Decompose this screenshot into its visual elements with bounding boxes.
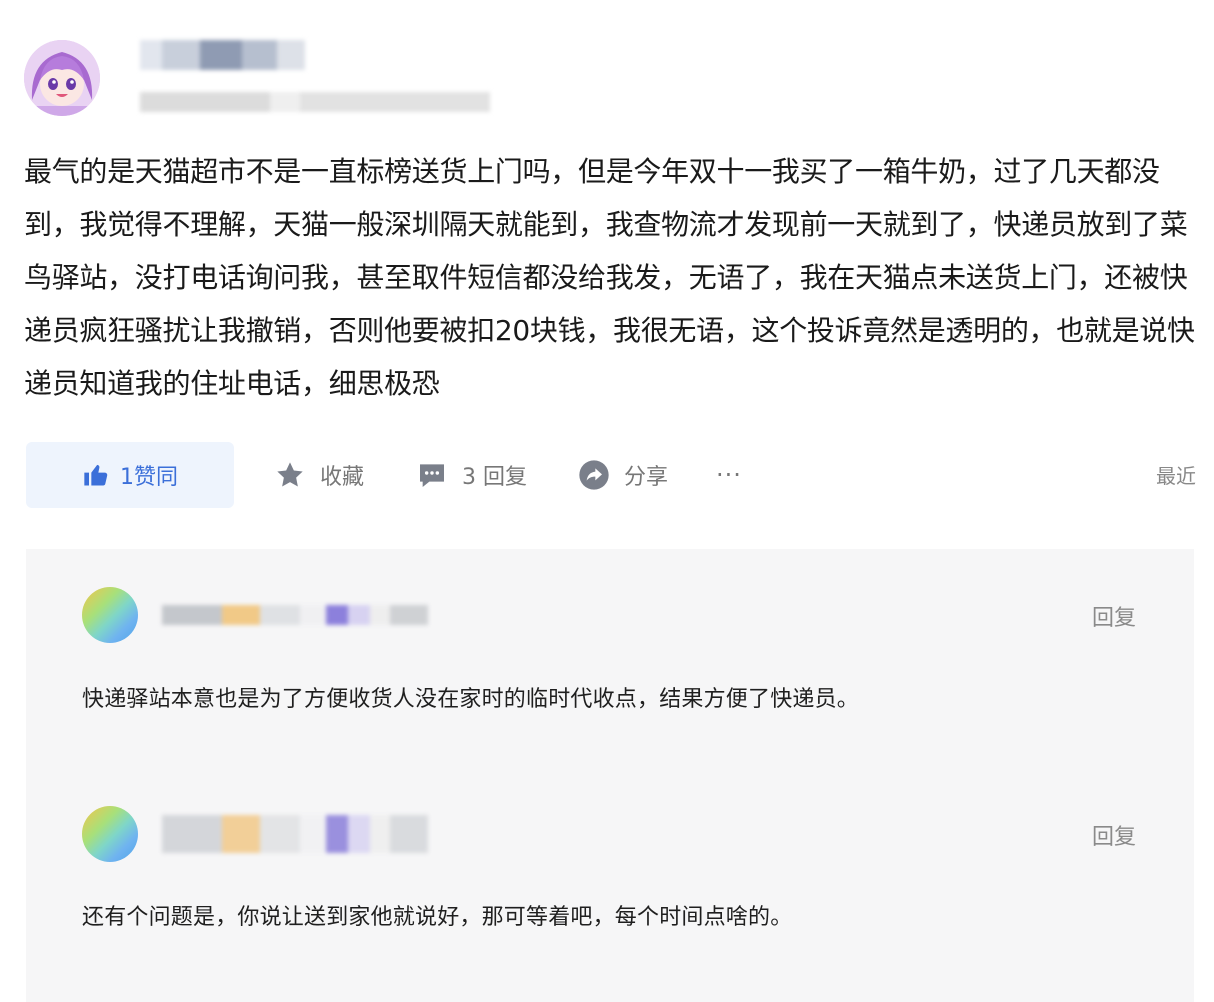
comment-reply-button[interactable]: 回复 [1092, 600, 1136, 632]
commenter-name-redacted [162, 815, 428, 853]
like-label: 1赞同 [120, 465, 178, 490]
author-name-redacted [140, 40, 305, 70]
anime-avatar-icon [24, 40, 100, 116]
action-bar: 1赞同 收藏 3 回复 分享 ··· 最近 [26, 442, 1196, 508]
star-icon [277, 462, 303, 487]
author-meta-redacted [140, 92, 490, 112]
more-button[interactable]: ··· [716, 442, 742, 508]
favorite-label: 收藏 [320, 465, 365, 490]
more-icon: ··· [716, 461, 742, 489]
commenter-avatar[interactable] [82, 806, 138, 862]
commenter-name-redacted [162, 605, 428, 625]
post-body: 最气的是天猫超市不是一直标榜送货上门吗，但是今年双十一我买了一箱牛奶，过了几天都… [24, 155, 1195, 400]
commenter-avatar[interactable] [82, 587, 138, 643]
share-button[interactable]: 分享 [578, 442, 668, 508]
like-button[interactable]: 1赞同 [26, 442, 234, 508]
comment-icon [420, 464, 444, 487]
comment-text: 快递驿站本意也是为了方便收货人没在家时的临时代收点，结果方便了快递员。 [82, 687, 860, 712]
comment-reply-button[interactable]: 回复 [1092, 819, 1136, 851]
comment-text: 还有个问题是，你说让送到家他就说好，那可等着吧，每个时间点啥的。 [82, 905, 793, 930]
reply-count-button[interactable]: 3 回复 [416, 442, 527, 508]
sort-recent[interactable]: 最近 [1156, 460, 1196, 489]
thumbs-up-icon [84, 464, 108, 486]
author-avatar[interactable] [24, 40, 100, 116]
share-label: 分享 [624, 465, 669, 490]
favorite-button[interactable]: 收藏 [274, 442, 364, 508]
comments-panel: 回复 快递驿站本意也是为了方便收货人没在家时的临时代收点，结果方便了快递员。 回… [26, 549, 1194, 1002]
reply-count-label: 3 回复 [462, 465, 527, 490]
share-icon [579, 460, 609, 490]
